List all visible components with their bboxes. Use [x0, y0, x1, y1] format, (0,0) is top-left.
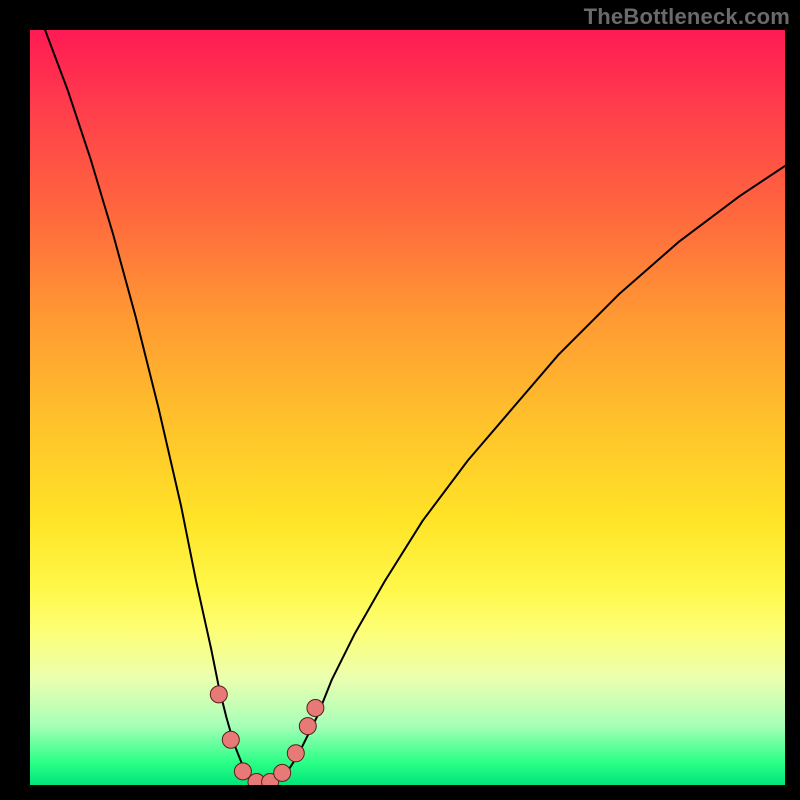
bottleneck-curve: [45, 30, 785, 784]
chart-frame: TheBottleneck.com: [0, 0, 800, 800]
curve-marker: [274, 764, 291, 781]
curve-marker: [299, 718, 316, 735]
curve-marker: [222, 731, 239, 748]
chart-svg: [30, 30, 785, 785]
curve-marker: [287, 745, 304, 762]
watermark-text: TheBottleneck.com: [584, 4, 790, 30]
curve-marker: [307, 700, 324, 717]
curve-marker: [210, 686, 227, 703]
chart-plot-area: [30, 30, 785, 785]
